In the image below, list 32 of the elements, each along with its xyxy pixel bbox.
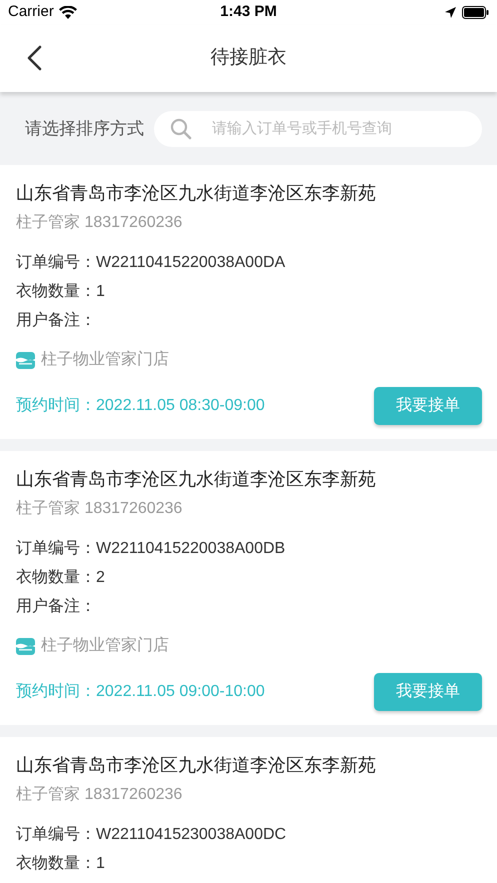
address-text: 山东省青岛市李沧区九水街道李沧区东李新苑 [16, 754, 377, 777]
appointment-time: 预约时间：2022.11.05 08:30-09:00 [16, 396, 265, 416]
wifi-icon [58, 6, 77, 19]
store-name: 柱子物业管家门店 [41, 350, 169, 370]
sort-selector[interactable]: 请选择排序方式 [25, 116, 144, 142]
store-icon [16, 352, 35, 368]
page-title: 待接脏衣 [210, 46, 286, 70]
back-icon[interactable] [26, 45, 42, 71]
carrier-label: Carrier [8, 2, 54, 22]
order-number: 订单编号：W22110415230038A00DC [16, 824, 288, 845]
location-arrow-icon [445, 7, 456, 18]
accept-order-button[interactable]: 我要接单 [374, 387, 482, 425]
clock-time: 1:43 PM [220, 2, 277, 22]
clothes-quantity: 衣物数量：2 [16, 568, 106, 588]
contact-text: 柱子管家 18317260236 [16, 784, 184, 805]
contact-text: 柱子管家 18317260236 [16, 498, 184, 519]
clothes-quantity: 衣物数量：1 [16, 854, 106, 874]
appointment-time: 预约时间：2022.11.05 09:00-10:00 [16, 682, 265, 702]
accept-order-button[interactable]: 我要接单 [374, 673, 482, 711]
user-remark: 用户备注： [16, 310, 97, 331]
user-remark: 用户备注： [16, 596, 97, 617]
address-text: 山东省青岛市李沧区九水街道李沧区东李新苑 [16, 468, 377, 491]
store-name: 柱子物业管家门店 [41, 636, 169, 656]
clothes-quantity: 衣物数量：1 [16, 282, 106, 302]
address-text: 山东省青岛市李沧区九水街道李沧区东李新苑 [16, 182, 377, 205]
order-number: 订单编号：W22110415220038A00DB [16, 538, 286, 559]
store-icon [16, 638, 35, 654]
battery-icon [462, 6, 489, 19]
contact-text: 柱子管家 18317260236 [16, 212, 184, 233]
search-icon [170, 118, 192, 140]
order-number: 订单编号：W22110415220038A00DA [16, 252, 286, 273]
search-field[interactable]: 请输入订单号或手机号查询 [154, 110, 482, 146]
